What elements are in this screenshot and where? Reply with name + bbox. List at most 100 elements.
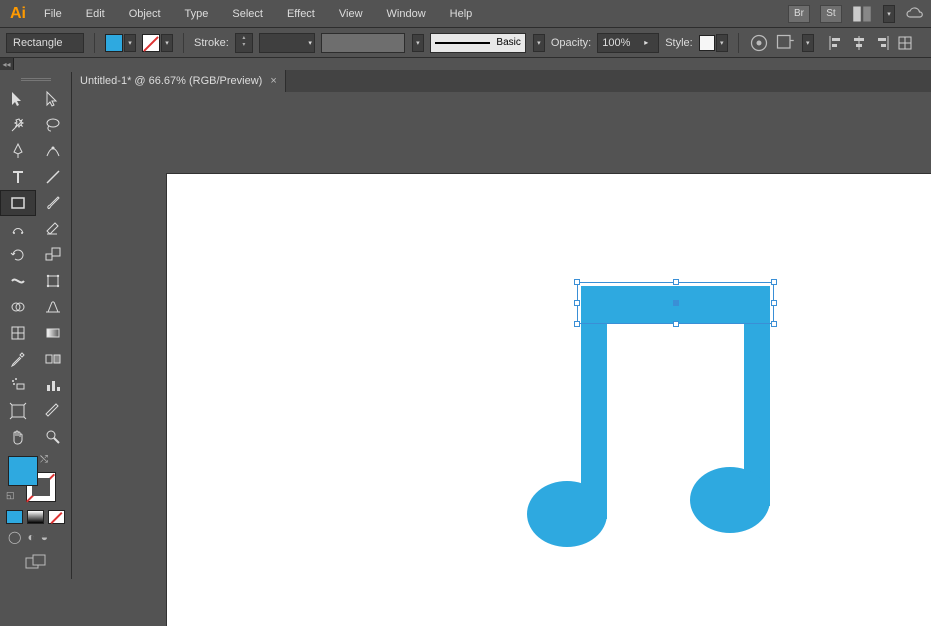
selection-handle-nw[interactable] — [574, 279, 580, 285]
tools-panel: ⤭ ◱ ◯ ◐ ◒ — [0, 72, 72, 579]
note-head-right[interactable] — [690, 467, 770, 533]
hand-tool[interactable] — [0, 424, 36, 450]
menu-object[interactable]: Object — [119, 4, 171, 24]
selection-center-icon — [673, 300, 679, 306]
selection-handle-n[interactable] — [673, 279, 679, 285]
brush-definition-dropdown[interactable]: Basic — [430, 33, 526, 53]
magic-wand-tool[interactable] — [0, 112, 36, 138]
color-mode-button[interactable] — [6, 510, 23, 524]
menu-window[interactable]: Window — [377, 4, 436, 24]
arrange-documents-button[interactable] — [852, 4, 872, 24]
swap-fill-stroke-icon[interactable]: ⤭ — [40, 454, 48, 465]
zoom-tool[interactable] — [36, 424, 72, 450]
variable-width-profile-dropdown[interactable] — [321, 33, 405, 53]
direct-selection-tool[interactable] — [36, 86, 72, 112]
menu-edit[interactable]: Edit — [76, 4, 115, 24]
align-to-dropdown[interactable] — [775, 33, 795, 53]
slice-tool[interactable] — [36, 398, 72, 424]
column-graph-tool[interactable] — [36, 372, 72, 398]
align-hcenter-button[interactable] — [849, 33, 869, 53]
panel-grip[interactable] — [21, 78, 51, 82]
curvature-tool[interactable] — [36, 138, 72, 164]
symbol-sprayer-tool[interactable] — [0, 372, 36, 398]
default-fill-stroke-icon[interactable]: ◱ — [6, 490, 15, 501]
stroke-dropdown[interactable]: ▾ — [161, 34, 173, 52]
menu-view[interactable]: View — [329, 4, 373, 24]
blend-tool[interactable] — [36, 346, 72, 372]
graphic-style-button[interactable]: ▾ — [699, 33, 728, 53]
stroke-swatch-icon — [142, 34, 160, 52]
variable-width-profile-arrow[interactable]: ▾ — [412, 34, 424, 52]
drawing-mode-row: ◯ ◐ ◒ — [0, 526, 71, 548]
shape-builder-tool[interactable] — [0, 294, 36, 320]
selection-handle-se[interactable] — [771, 321, 777, 327]
style-dropdown[interactable]: ▾ — [716, 34, 728, 52]
document-tab-strip: Untitled-1* @ 66.67% (RGB/Preview) × — [72, 70, 931, 92]
draw-normal-icon[interactable]: ◯ — [8, 530, 21, 544]
paintbrush-tool[interactable] — [36, 190, 71, 216]
artboard-tool[interactable] — [0, 398, 36, 424]
control-bar: Rectangle ▾ ▾ Stroke: ▴ ▾ ▾ ▾ Basic ▾ Op… — [0, 28, 931, 58]
selection-handle-s[interactable] — [673, 321, 679, 327]
rectangle-tool[interactable] — [0, 190, 36, 216]
menu-file[interactable]: File — [34, 4, 72, 24]
divider — [738, 33, 739, 53]
selection-bounding-box[interactable] — [577, 282, 774, 324]
align-buttons-group — [826, 33, 915, 53]
align-right-button[interactable] — [872, 33, 892, 53]
line-segment-tool[interactable] — [36, 164, 72, 190]
menu-select[interactable]: Select — [222, 4, 273, 24]
align-to-arrow[interactable]: ▾ — [802, 34, 814, 52]
lasso-tool[interactable] — [36, 112, 72, 138]
fill-color-button[interactable]: ▾ — [105, 33, 136, 53]
sync-settings-icon[interactable] — [905, 4, 925, 24]
pen-tool[interactable] — [0, 138, 36, 164]
draw-behind-icon[interactable]: ◐ — [27, 530, 34, 544]
width-tool[interactable] — [0, 268, 36, 294]
selection-handle-e[interactable] — [771, 300, 777, 306]
menu-type[interactable]: Type — [175, 4, 219, 24]
stock-button[interactable]: St — [820, 5, 842, 23]
brush-definition-arrow[interactable]: ▾ — [533, 34, 545, 52]
none-mode-button[interactable] — [48, 510, 65, 524]
free-transform-tool[interactable] — [36, 268, 72, 294]
selection-type-dropdown[interactable]: Rectangle — [6, 33, 84, 53]
gradient-tool[interactable] — [36, 320, 72, 346]
document-tab[interactable]: Untitled-1* @ 66.67% (RGB/Preview) × — [72, 70, 286, 92]
selection-handle-sw[interactable] — [574, 321, 580, 327]
fill-dropdown[interactable]: ▾ — [124, 34, 136, 52]
screen-mode-button[interactable] — [25, 554, 47, 573]
align-left-button[interactable] — [826, 33, 846, 53]
eyedropper-tool[interactable] — [0, 346, 36, 372]
panel-collapse-grip[interactable]: ◂◂ — [0, 58, 14, 70]
close-tab-button[interactable]: × — [270, 75, 276, 87]
shaper-tool[interactable] — [0, 216, 36, 242]
brush-definition-label: Basic — [496, 37, 520, 48]
selection-tool[interactable] — [0, 86, 36, 112]
mesh-tool[interactable] — [0, 320, 36, 346]
type-tool[interactable] — [0, 164, 36, 190]
stroke-color-button[interactable]: ▾ — [142, 33, 173, 53]
stroke-weight-field[interactable]: ▴ ▾ — [235, 33, 253, 53]
scale-tool[interactable] — [36, 242, 72, 268]
eraser-tool[interactable] — [36, 216, 72, 242]
rotate-tool[interactable] — [0, 242, 36, 268]
transform-button[interactable] — [895, 33, 915, 53]
arrange-documents-dropdown[interactable]: ▾ — [883, 5, 895, 23]
selection-handle-w[interactable] — [574, 300, 580, 306]
selection-handle-ne[interactable] — [771, 279, 777, 285]
opacity-field[interactable]: 100% ▸ — [597, 33, 659, 53]
stroke-weight-dropdown[interactable]: ▾ — [259, 33, 315, 53]
artboard[interactable] — [167, 174, 931, 626]
recolor-artwork-button[interactable] — [749, 33, 769, 53]
menu-effect[interactable]: Effect — [277, 4, 325, 24]
perspective-grid-tool[interactable] — [36, 294, 72, 320]
brush-preview-icon — [435, 42, 491, 44]
draw-inside-icon[interactable]: ◒ — [41, 530, 48, 544]
bridge-button[interactable]: Br — [788, 5, 810, 23]
canvas-area[interactable] — [72, 92, 931, 626]
gradient-mode-button[interactable] — [27, 510, 44, 524]
fill-indicator[interactable] — [8, 456, 38, 486]
menu-help[interactable]: Help — [440, 4, 483, 24]
note-head-left[interactable] — [527, 481, 607, 547]
